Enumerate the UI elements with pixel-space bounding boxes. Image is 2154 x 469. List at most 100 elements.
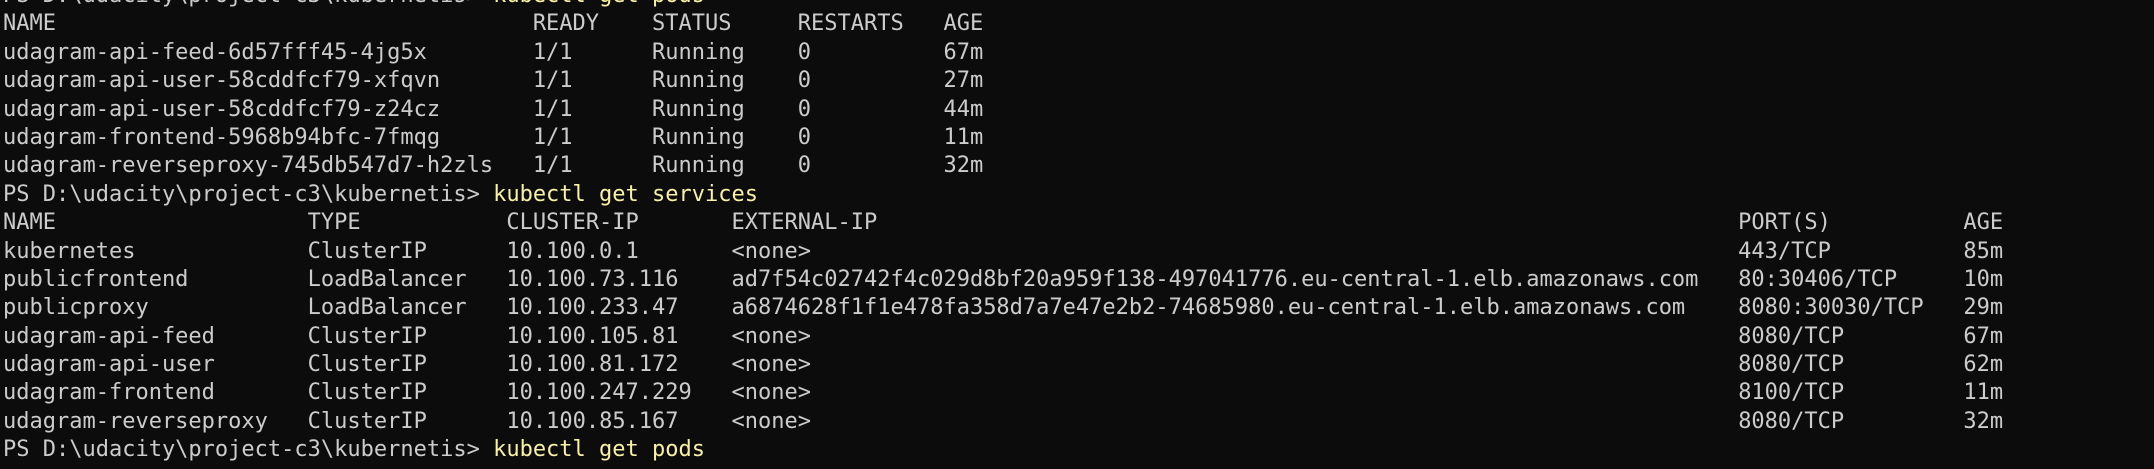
- pod-row: udagram-api-feed-6d57fff45-4jg5x 1/1 Run…: [3, 39, 2003, 67]
- service-row: publicproxy LoadBalancer 10.100.233.47 a…: [3, 294, 2003, 322]
- table-cell: 0: [797, 68, 811, 94]
- prompt-line-get-pods: PS D:\udacity\project-c3\kubernetis> kub…: [3, 0, 2003, 10]
- table-cell: <none>: [731, 380, 812, 406]
- table-cell: 1/1: [532, 124, 573, 150]
- command-text: kubectl get pods: [493, 0, 705, 8]
- service-row: udagram-reverseproxy ClusterIP 10.100.85…: [3, 408, 2003, 436]
- table-cell: LoadBalancer: [307, 295, 467, 321]
- table-cell: EXTERNAL-IP: [731, 210, 878, 236]
- table-cell: STATUS: [652, 11, 732, 37]
- table-cell: Running: [652, 124, 745, 150]
- table-cell: 10.100.233.47: [506, 295, 679, 321]
- table-cell: Running: [652, 68, 745, 94]
- table-cell: TYPE: [307, 210, 361, 236]
- table-cell: udagram-api-feed-6d57fff45-4jg5x: [3, 39, 427, 65]
- terminal-window[interactable]: PS D:\udacity\project-c3\kubernetis> kub…: [0, 0, 2154, 469]
- table-cell: 8080/TCP: [1738, 352, 1845, 378]
- table-cell: udagram-api-user: [3, 352, 215, 378]
- service-row: kubernetes ClusterIP 10.100.0.1 <none> 4…: [3, 238, 2003, 266]
- table-cell: 1/1: [532, 153, 573, 179]
- command-text: kubectl get pods: [493, 437, 705, 463]
- table-cell: ClusterIP: [307, 352, 427, 378]
- table-cell: 32m: [1963, 408, 2004, 434]
- table-cell: ClusterIP: [307, 380, 427, 406]
- table-cell: publicfrontend: [3, 266, 189, 292]
- table-cell: 67m: [943, 39, 984, 65]
- table-cell: 1/1: [532, 96, 573, 122]
- table-cell: 32m: [943, 153, 984, 179]
- table-cell: <none>: [731, 323, 811, 349]
- table-cell: AGE: [1963, 210, 2004, 236]
- table-cell: udagram-reverseproxy-745db547d7-h2zls: [3, 153, 494, 179]
- table-cell: 8080/TCP: [1738, 408, 1845, 434]
- table-cell: NAME: [3, 11, 56, 37]
- table-cell: 67m: [1963, 323, 2004, 349]
- table-cell: udagram-frontend-5968b94bfc-7fmqg: [3, 124, 441, 150]
- table-cell: udagram-api-feed: [3, 323, 215, 349]
- table-cell: 8080:30030/TCP: [1738, 295, 1924, 321]
- table-cell: 443/TCP: [1738, 238, 1831, 264]
- services-header-row: NAME TYPE CLUSTER-IP EXTERNAL-IP PORT(S)…: [3, 209, 2003, 237]
- table-cell: publicproxy: [3, 295, 149, 321]
- table-cell: 0: [797, 153, 812, 179]
- table-cell: 10m: [1963, 266, 2004, 292]
- table-cell: 27m: [943, 68, 984, 94]
- table-cell: PORT(S): [1738, 210, 1831, 236]
- table-cell: 10.100.81.172: [506, 352, 679, 378]
- table-cell: AGE: [943, 11, 984, 37]
- table-cell: <none>: [731, 352, 811, 378]
- table-cell: 10.100.0.1: [506, 238, 639, 264]
- table-cell: NAME: [3, 210, 56, 236]
- table-cell: CLUSTER-IP: [506, 210, 639, 236]
- table-cell: ClusterIP: [307, 238, 427, 264]
- service-row: udagram-api-feed ClusterIP 10.100.105.81…: [3, 323, 2003, 351]
- table-cell: RESTARTS: [797, 11, 904, 37]
- table-cell: Running: [652, 39, 745, 65]
- table-cell: 10.100.85.167: [506, 408, 679, 434]
- pod-row: udagram-api-user-58cddfcf79-z24cz 1/1 Ru…: [3, 96, 2003, 124]
- table-cell: READY: [532, 11, 600, 37]
- terminal-output: PS D:\udacity\project-c3\kubernetis> kub…: [3, 0, 2003, 465]
- table-cell: udagram-frontend: [3, 380, 215, 406]
- table-cell: 0: [797, 39, 811, 65]
- pod-row: udagram-reverseproxy-745db547d7-h2zls 1/…: [3, 152, 2003, 180]
- table-cell: 0: [797, 96, 811, 122]
- prompt-line-get-services: PS D:\udacity\project-c3\kubernetis> kub…: [3, 181, 2003, 209]
- table-cell: 8100/TCP: [1738, 380, 1845, 406]
- service-row: udagram-api-user ClusterIP 10.100.81.172…: [3, 351, 2003, 379]
- service-row: publicfrontend LoadBalancer 10.100.73.11…: [3, 266, 2003, 294]
- table-cell: 10.100.247.229: [506, 380, 692, 406]
- table-cell: ad7f54c02742f4c029d8bf20a959f138-4970417…: [731, 266, 1699, 292]
- table-cell: 1/1: [532, 39, 573, 65]
- prompt-text: PS D:\udacity\project-c3\kubernetis>: [3, 437, 480, 463]
- table-cell: 11m: [943, 124, 984, 150]
- table-cell: udagram-reverseproxy: [3, 408, 268, 434]
- table-cell: 29m: [1963, 295, 2004, 321]
- table-cell: 44m: [943, 96, 984, 122]
- pod-row: udagram-frontend-5968b94bfc-7fmqg 1/1 Ru…: [3, 124, 2003, 152]
- table-cell: kubernetes: [3, 238, 136, 264]
- table-cell: <none>: [731, 238, 811, 264]
- prompt-line-next: PS D:\udacity\project-c3\kubernetis> kub…: [3, 436, 2003, 464]
- table-cell: 62m: [1963, 352, 2004, 378]
- pod-row: udagram-api-user-58cddfcf79-xfqvn 1/1 Ru…: [3, 67, 2003, 95]
- table-cell: udagram-api-user-58cddfcf79-z24cz: [3, 96, 441, 122]
- table-cell: Running: [652, 153, 745, 179]
- table-cell: 8080/TCP: [1738, 323, 1845, 349]
- table-cell: 11m: [1963, 380, 2004, 406]
- prompt-text: PS D:\udacity\project-c3\kubernetis>: [3, 0, 480, 8]
- table-cell: ClusterIP: [307, 323, 427, 349]
- table-cell: 0: [797, 124, 811, 150]
- prompt-text: PS D:\udacity\project-c3\kubernetis>: [3, 181, 480, 207]
- command-text: kubectl get services: [493, 181, 758, 207]
- table-cell: 80:30406/TCP: [1738, 266, 1898, 292]
- table-cell: <none>: [731, 408, 812, 434]
- table-cell: 10.100.73.116: [506, 266, 679, 292]
- service-row: udagram-frontend ClusterIP 10.100.247.22…: [3, 379, 2003, 407]
- table-cell: a6874628f1f1e478fa358d7a7e47e2b2-7468598…: [731, 295, 1686, 321]
- table-cell: Running: [652, 96, 745, 122]
- table-cell: ClusterIP: [307, 408, 427, 434]
- table-cell: 10.100.105.81: [506, 323, 679, 349]
- pods-header-row: NAME READY STATUS RESTARTS AGE: [3, 10, 2003, 38]
- table-cell: 1/1: [532, 68, 573, 94]
